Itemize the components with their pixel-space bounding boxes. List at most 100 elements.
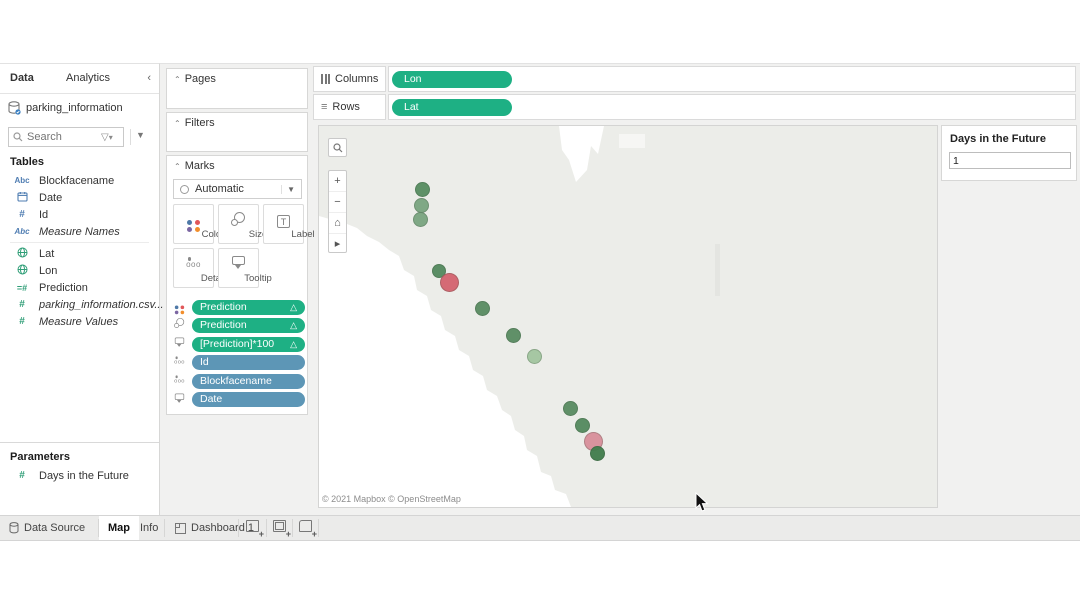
marks-pills: Prediction△ Prediction△ [Prediction]*100…: [171, 298, 305, 409]
pill-row-detail-blockfacename: ooo Blockfacename: [171, 372, 305, 391]
map-mark[interactable]: [575, 418, 590, 433]
size-icon: [173, 318, 185, 333]
map-mark[interactable]: [413, 212, 428, 227]
map-tools-expand-button[interactable]: ▸: [329, 234, 346, 254]
detail-icon: ooo: [173, 356, 185, 370]
globe-icon: [12, 264, 32, 277]
field-label: Blockfacename: [39, 175, 114, 187]
map-mark[interactable]: [475, 301, 490, 316]
zoom-out-button[interactable]: −: [329, 192, 346, 213]
pill-row-tooltip-date: Date: [171, 391, 305, 410]
field-lon[interactable]: Lon: [0, 262, 159, 279]
chevron-up-icon[interactable]: ⌃: [174, 119, 181, 128]
parameters-section: Parameters # Days in the Future: [0, 442, 159, 484]
map-mark[interactable]: [440, 273, 459, 292]
map-mark[interactable]: [590, 446, 605, 461]
pages-shelf[interactable]: ⌃Pages: [166, 68, 308, 109]
map-mark[interactable]: [506, 328, 521, 343]
abc-icon: Abc: [12, 176, 32, 185]
pill-lon[interactable]: Lon: [392, 71, 512, 88]
parameters-header: Parameters: [0, 443, 159, 467]
tooltip-button[interactable]: Tooltip: [218, 248, 259, 288]
hash-icon: #: [12, 299, 32, 310]
pill-prediction-color[interactable]: Prediction△: [192, 300, 305, 315]
database-icon: [8, 101, 21, 115]
tab-data[interactable]: Data: [10, 72, 34, 84]
zoom-in-button[interactable]: +: [329, 171, 346, 192]
field-search[interactable]: ▽▾: [8, 127, 124, 147]
label-icon: T: [277, 215, 290, 228]
pill-blockfacename-detail[interactable]: Blockfacename: [192, 374, 305, 389]
chevron-up-icon[interactable]: ⌃: [174, 75, 181, 84]
new-worksheet-button[interactable]: +: [246, 520, 263, 537]
pill-date-tooltip[interactable]: Date: [192, 392, 305, 407]
collapse-pane-icon[interactable]: ‹: [147, 72, 151, 84]
hash-icon: #: [12, 316, 32, 327]
filter-funnel-icon[interactable]: ▽▾: [101, 132, 113, 143]
field-label: Lat: [39, 248, 54, 260]
field-date[interactable]: Date: [0, 189, 159, 206]
search-icon: [333, 143, 343, 153]
new-dashboard-button[interactable]: +: [273, 520, 290, 537]
divider: [292, 519, 293, 537]
detail-button[interactable]: ooo Detail: [173, 248, 214, 288]
search-icon: [13, 132, 23, 142]
map-view[interactable]: + − ⌂ ▸ © 2021 Mapbox © OpenStreetMap: [318, 125, 938, 508]
label-button[interactable]: T Label: [263, 204, 304, 244]
field-measure-names[interactable]: Abc Measure Names: [0, 223, 159, 240]
map-mark[interactable]: [563, 401, 578, 416]
map-mark[interactable]: [415, 182, 430, 197]
pill-row-tooltip-prediction100: [Prediction]*100△: [171, 335, 305, 354]
mark-type-value: Automatic: [195, 183, 275, 195]
map-mark[interactable]: [414, 198, 429, 213]
pill-row-size-prediction: Prediction△: [171, 317, 305, 336]
filters-shelf[interactable]: ⌃Filters: [166, 112, 308, 152]
pill-id-detail[interactable]: Id: [192, 355, 305, 370]
rows-shelf[interactable]: Lat: [388, 94, 1076, 120]
delta-icon: △: [290, 300, 297, 315]
tableau-window: Data Analytics ‹ parking_information ▽▾ …: [0, 0, 1080, 608]
map-mark[interactable]: [527, 349, 542, 364]
delta-icon: △: [290, 337, 297, 352]
columns-shelf[interactable]: Lon: [388, 66, 1076, 92]
parameter-value-input[interactable]: [949, 152, 1071, 169]
divider: [130, 129, 131, 145]
datasource-row[interactable]: parking_information: [8, 101, 123, 115]
field-record-count[interactable]: # parking_information.csv...: [0, 296, 159, 313]
field-measure-values[interactable]: # Measure Values: [0, 313, 159, 330]
field-lat[interactable]: Lat: [0, 245, 159, 262]
tab-analytics[interactable]: Analytics: [66, 72, 110, 84]
color-button[interactable]: Color: [173, 204, 214, 244]
new-story-button[interactable]: +: [299, 520, 316, 537]
data-pane: Data Analytics ‹ parking_information ▽▾ …: [0, 63, 160, 515]
fields-menu-caret-icon[interactable]: ▼: [136, 130, 145, 140]
mark-type-dropdown[interactable]: Automatic ▼: [173, 179, 302, 199]
search-input[interactable]: [27, 131, 97, 143]
calendar-icon: [12, 191, 32, 204]
tab-info[interactable]: Info: [131, 516, 167, 540]
pill-prediction-100-tooltip[interactable]: [Prediction]*100△: [192, 337, 305, 352]
field-prediction[interactable]: =# Prediction: [0, 279, 159, 296]
pill-lat[interactable]: Lat: [392, 99, 512, 116]
divider: [10, 242, 149, 243]
map-search-button[interactable]: [328, 138, 347, 157]
tooltip-icon: [173, 338, 185, 351]
pill-prediction-size[interactable]: Prediction△: [192, 318, 305, 333]
parameter-days-in-the-future[interactable]: # Days in the Future: [0, 467, 159, 484]
tooltip-icon: [232, 256, 246, 269]
size-button[interactable]: Size: [218, 204, 259, 244]
datasource-name: parking_information: [26, 102, 123, 114]
database-icon: [9, 522, 19, 534]
detail-icon: ooo: [173, 374, 185, 388]
pill-row-color-prediction: Prediction△: [171, 298, 305, 317]
tab-data-source[interactable]: Data Source: [0, 516, 94, 540]
sheet-tab-bar: Data Source Map Info Dashboard 1 + + +: [0, 515, 1080, 541]
field-blockfacename[interactable]: Abc Blockfacename: [0, 172, 159, 189]
field-id[interactable]: # Id: [0, 206, 159, 223]
marks-header: ⌃Marks: [167, 156, 307, 172]
columns-shelf-label: Columns: [313, 66, 386, 92]
chevron-up-icon[interactable]: ⌃: [174, 162, 181, 171]
zoom-home-button[interactable]: ⌂: [329, 213, 346, 234]
hash-icon: #: [12, 470, 32, 481]
divider: [318, 519, 319, 537]
